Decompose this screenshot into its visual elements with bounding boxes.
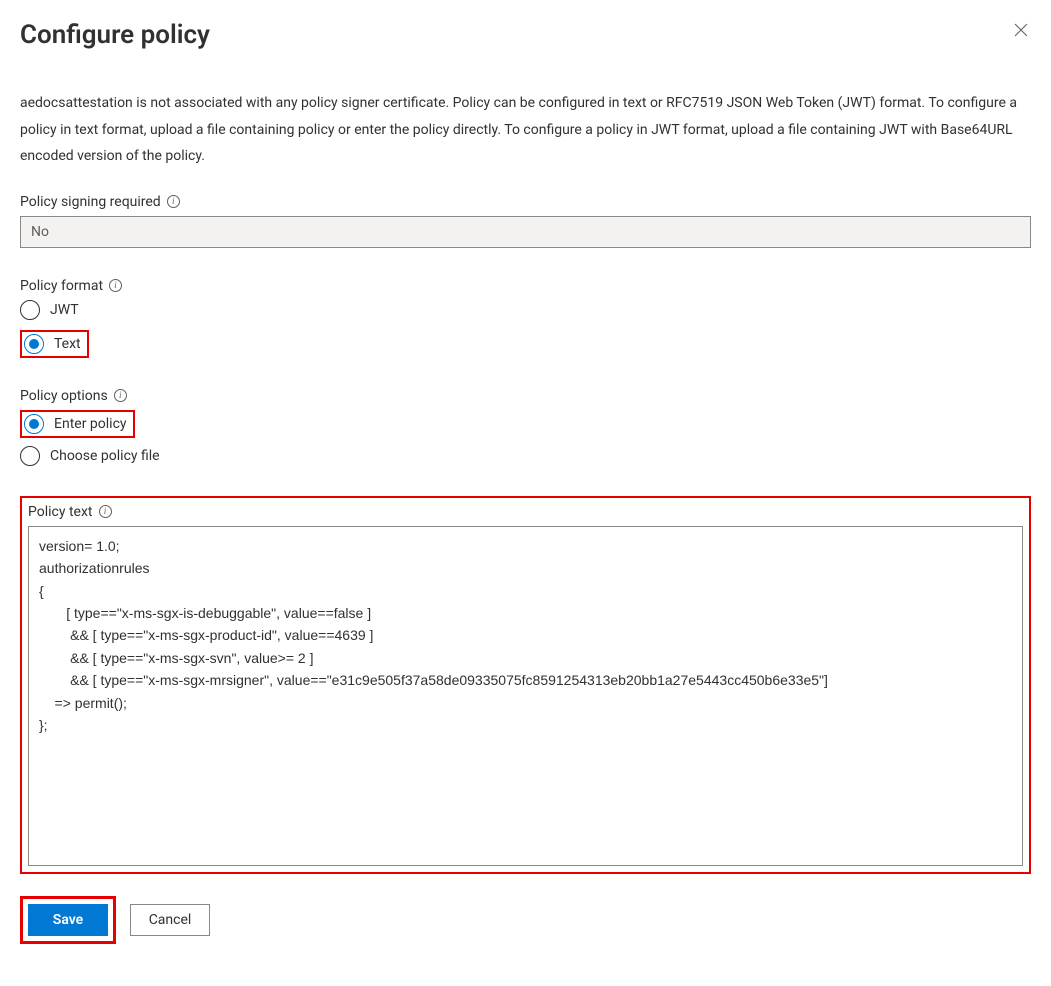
radio-jwt[interactable]: JWT [20,300,79,320]
highlight-text-option: Text [20,330,89,358]
info-icon[interactable]: i [114,389,127,402]
page-title: Configure policy [20,20,210,50]
panel-header: Configure policy [20,20,1031,50]
policy-text-input[interactable] [28,526,1023,866]
signing-label: Policy signing required [20,194,161,210]
radio-icon [24,414,44,434]
radio-text[interactable]: Text [24,334,81,354]
radio-icon [24,334,44,354]
radio-label: Choose policy file [50,448,160,464]
radio-icon [20,446,40,466]
close-icon [1014,23,1028,37]
signing-label-row: Policy signing required i [20,194,1031,210]
radio-label: JWT [50,302,79,318]
radio-label: Enter policy [54,416,127,432]
info-icon[interactable]: i [109,279,122,292]
radio-label: Text [54,336,81,352]
info-icon[interactable]: i [99,505,112,518]
radio-enter-policy[interactable]: Enter policy [24,414,127,434]
format-label: Policy format [20,278,103,294]
radio-choose-file[interactable]: Choose policy file [20,446,160,466]
description-text: aedocsattestation is not associated with… [20,90,1031,170]
options-label: Policy options [20,388,108,404]
highlight-save: Save [20,896,116,944]
options-field: Policy options i Enter policy Choose pol… [20,388,1031,466]
highlight-policy-text: Policy text i [20,496,1031,874]
options-label-row: Policy options i [20,388,1031,404]
info-icon[interactable]: i [167,195,180,208]
signing-field: Policy signing required i [20,194,1031,248]
close-button[interactable] [1011,20,1031,40]
button-row: Save Cancel [20,896,1031,944]
cancel-button[interactable]: Cancel [130,904,210,936]
signing-value-input [20,216,1031,248]
policy-text-label-row: Policy text i [28,504,1023,520]
policy-text-label: Policy text [28,504,93,520]
save-button[interactable]: Save [28,904,108,936]
radio-icon [20,300,40,320]
format-field: Policy format i JWT Text [20,278,1031,358]
format-label-row: Policy format i [20,278,1031,294]
highlight-enter-policy: Enter policy [20,410,135,438]
